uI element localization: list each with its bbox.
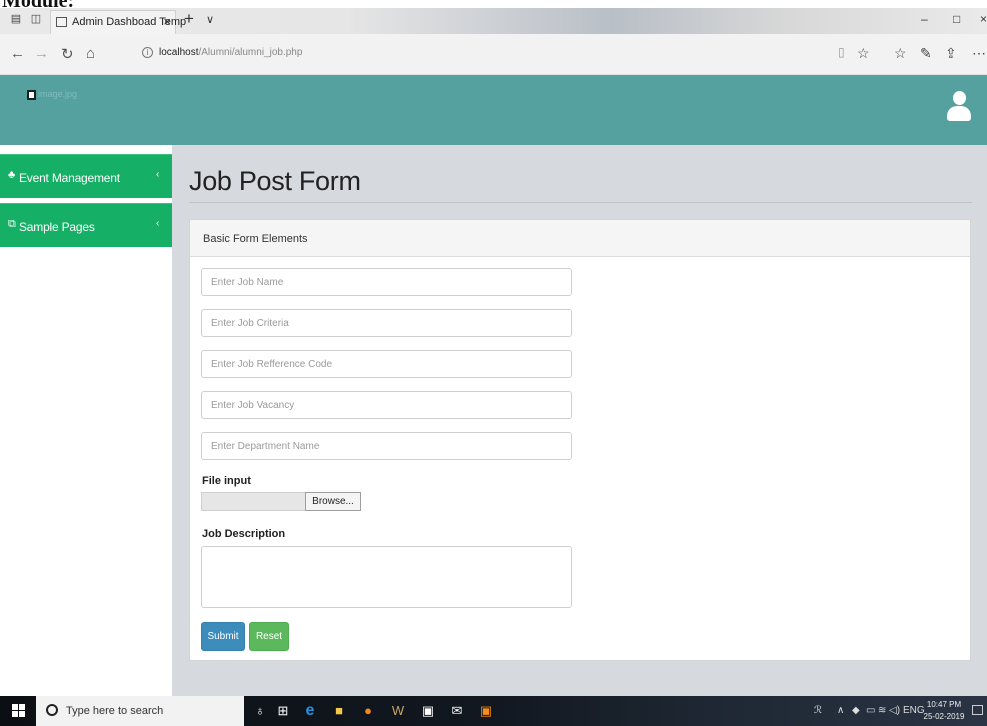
pen-icon[interactable]: ✎ (920, 45, 932, 62)
windows-start-icon[interactable] (12, 704, 26, 718)
clock-date: 25-02-2019 (923, 712, 965, 721)
share-icon[interactable]: ⇪ (945, 45, 957, 62)
minimize-button[interactable]: – (921, 12, 928, 26)
winamp-icon[interactable]: W (390, 703, 406, 719)
maximize-button[interactable]: □ (953, 12, 960, 26)
wifi-icon[interactable]: ≋ (878, 705, 886, 716)
sidebar-item-label: Sample Pages (19, 220, 95, 234)
sidebar-item-label: Event Management (19, 171, 120, 185)
search-placeholder: Type here to search (66, 705, 164, 717)
refresh-icon[interactable]: ↻ (61, 45, 74, 63)
store-icon[interactable]: ▣ (420, 703, 436, 719)
reset-button[interactable]: Reset (249, 622, 289, 651)
browser-tab[interactable]: Admin Dashboad Temp × (50, 10, 186, 34)
clock-time: 10:47 PM (926, 700, 962, 709)
site-info-icon[interactable]: i (142, 47, 153, 58)
job-criteria-field[interactable] (201, 309, 572, 337)
browser-tab-strip: ▤ ◫ Admin Dashboad Temp × + ∨ – □ × (0, 8, 987, 34)
sidebar-item-sample-pages[interactable]: ⧉ Sample Pages ‹ (0, 203, 172, 247)
submit-button[interactable]: Submit (201, 622, 245, 651)
volume-icon[interactable]: ◁) (889, 705, 900, 716)
action-center-icon[interactable] (972, 705, 983, 715)
department-name-input[interactable] (202, 433, 571, 459)
chevron-left-icon: ‹ (156, 169, 160, 180)
broken-image-icon (27, 89, 36, 100)
file-explorer-icon[interactable]: ■ (331, 703, 347, 719)
url-field[interactable]: i localhost/Alumni/alumni_job.php (137, 43, 849, 65)
job-reference-code-input[interactable] (202, 351, 571, 377)
language-indicator[interactable]: ENG (903, 705, 925, 716)
back-icon[interactable]: ← (10, 45, 25, 62)
more-icon[interactable]: ⋯ (972, 45, 986, 62)
home-icon[interactable]: ⌂ (86, 45, 95, 62)
task-view-icon[interactable]: ⊞ (275, 703, 291, 719)
edge-icon[interactable]: e (302, 703, 318, 719)
show-hidden-icons-chevron-icon[interactable]: ∧ (837, 705, 844, 716)
browse-button[interactable]: Browse... (305, 492, 361, 511)
tab-preview-chevron-icon[interactable]: ∨ (206, 13, 214, 26)
taskbar-search[interactable]: Type here to search (36, 696, 244, 726)
mail-icon[interactable]: ✉ (449, 703, 465, 719)
logo[interactable]: image.jpg (27, 89, 77, 100)
chevron-left-icon: ‹ (156, 218, 160, 229)
clock[interactable]: 10:47 PM 25-02-2019 (923, 699, 965, 723)
main-content: Job Post Form Basic Form Elements File i… (172, 145, 987, 696)
sitemap-icon: ♣ (8, 169, 16, 181)
url-text: localhost/Alumni/alumni_job.php (159, 47, 302, 58)
xampp-icon[interactable]: ▣ (478, 703, 494, 719)
job-vacancy-input[interactable] (202, 392, 571, 418)
job-criteria-input[interactable] (202, 310, 571, 336)
app-header: image.jpg (0, 75, 987, 145)
set-tabs-aside-icon[interactable]: ◫ (29, 12, 43, 26)
taskbar: Type here to search ♁ ⊞ e ■ ● W ▣ ✉ ▣ ℛ … (0, 696, 987, 726)
job-description-textarea[interactable] (201, 546, 572, 608)
copy-icon: ⧉ (8, 218, 16, 230)
close-window-button[interactable]: × (980, 12, 987, 26)
job-name-input[interactable] (202, 269, 571, 295)
tab-actions-icon[interactable]: ▤ (9, 12, 23, 26)
job-reference-code-field[interactable] (201, 350, 572, 378)
panel-title: Basic Form Elements (203, 233, 308, 245)
file-input-label: File input (202, 475, 251, 487)
new-tab-button[interactable]: + (184, 9, 194, 29)
panel-header: Basic Form Elements (190, 220, 970, 257)
logo-alt-text: image.jpg (38, 89, 78, 99)
people-icon[interactable]: ℛ (814, 705, 822, 716)
url-host: localhost (159, 47, 199, 58)
search-icon (46, 704, 58, 716)
file-name-display[interactable] (201, 492, 305, 511)
favorites-list-icon[interactable]: ☆ (894, 45, 907, 62)
url-path: /Alumni/alumni_job.php (198, 47, 303, 58)
title-divider (189, 202, 972, 203)
department-name-field[interactable] (201, 432, 572, 460)
job-vacancy-field[interactable] (201, 391, 572, 419)
user-icon[interactable] (946, 91, 972, 125)
forward-icon[interactable]: → (34, 45, 49, 62)
sidebar-item-event-management[interactable]: ♣ Event Management ‹ (0, 154, 172, 198)
battery-icon[interactable]: ▭ (866, 705, 875, 716)
reading-view-icon[interactable]: ▯ (838, 45, 845, 59)
favorite-star-icon[interactable]: ☆ (857, 45, 870, 62)
form-panel: Basic Form Elements File input Browse...… (189, 219, 971, 661)
job-description-label: Job Description (202, 528, 286, 540)
mic-icon[interactable]: ♁ (252, 703, 268, 719)
tab-close-button[interactable]: × (163, 14, 171, 29)
page-icon (56, 17, 67, 27)
page-title: Job Post Form (189, 166, 361, 196)
network-icon[interactable]: ◆ (852, 705, 860, 716)
sidebar: ♣ Event Management ‹ ⧉ Sample Pages ‹ (0, 145, 172, 696)
address-bar: ← → ↻ ⌂ i localhost/Alumni/alumni_job.ph… (0, 34, 987, 75)
firefox-icon[interactable]: ● (360, 703, 376, 719)
job-name-field[interactable] (201, 268, 572, 296)
